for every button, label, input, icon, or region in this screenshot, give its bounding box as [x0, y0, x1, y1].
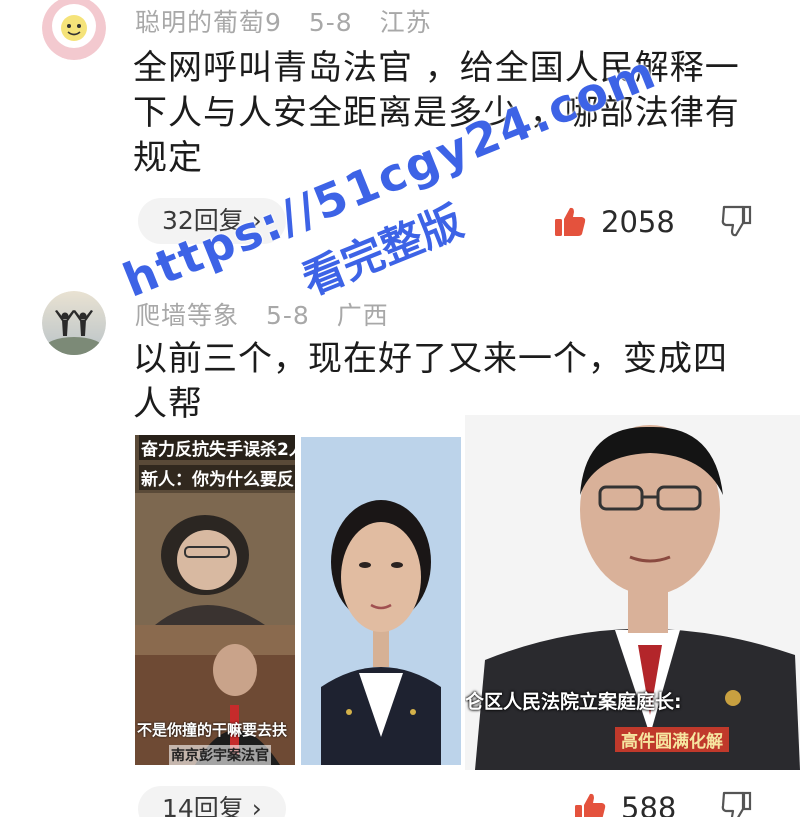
image-caption: 高件圆满化解 — [615, 727, 729, 752]
image-panel-tv-top: 奋力反抗失手误杀2人 新人：你为什么要反 — [135, 435, 295, 625]
thumbs-up-icon — [575, 793, 606, 817]
avatar-image — [42, 0, 106, 60]
comment-date: 5-8 — [265, 301, 310, 330]
comment-line: 下人与人安全距离是多少 ，哪部法律有 — [133, 93, 740, 133]
like-count: 588 — [621, 791, 677, 817]
image-panel-tv-bottom: 不是你撞的干嘛要去扶 南京彭宇案法官 — [135, 625, 295, 765]
comment-location: 广西 — [336, 301, 389, 330]
image-caption: 仑区人民法院立案庭庭长: — [465, 691, 682, 713]
replies-button[interactable]: 32回复 › — [138, 198, 286, 244]
username[interactable]: 聪明的葡萄9 — [135, 8, 282, 37]
like-count: 2058 — [601, 205, 675, 239]
like-button[interactable]: 2058 — [553, 200, 675, 244]
thumbs-up-icon — [555, 207, 586, 236]
comment-line: 全网呼叫青岛法官 ，给全国人民解释一 — [133, 48, 740, 88]
comment-line: 规定 — [133, 138, 203, 178]
comment-line: 以前三个，现在好了又来一个，变成四 — [133, 339, 728, 379]
avatar-image — [42, 291, 106, 355]
comment-text: 以前三个，现在好了又来一个，变成四 人帮 — [133, 337, 728, 427]
comment-meta: 聪明的葡萄9 5-8 江苏 — [135, 3, 450, 39]
comment-meta: 爬墙等象 5-8 广西 — [135, 296, 407, 332]
thumbs-down-icon — [721, 791, 752, 817]
person-photo — [135, 625, 295, 765]
person-photo — [301, 437, 461, 765]
person-photo — [465, 415, 800, 770]
comment-location: 江苏 — [379, 8, 432, 37]
comment-feed: 聪明的葡萄9 5-8 江苏 全网呼叫青岛法官 ，给全国人民解释一 下人与人安全距… — [0, 0, 800, 817]
comment-text: 全网呼叫青岛法官 ，给全国人民解释一 下人与人安全距离是多少 ，哪部法律有 规定 — [133, 46, 740, 181]
image-panel-speaker: 仑区人民法院立案庭庭长: 高件圆满化解 — [465, 415, 800, 770]
avatar[interactable] — [42, 0, 106, 60]
image-caption: 不是你撞的干嘛要去扶 — [137, 721, 288, 739]
thumbs-down-icon — [721, 205, 752, 237]
person-photo — [135, 435, 295, 625]
image-panel-portrait — [301, 437, 461, 765]
dislike-button[interactable] — [720, 204, 752, 242]
image-caption: 奋力反抗失手误杀2人 — [139, 435, 295, 460]
username[interactable]: 爬墙等象 — [135, 301, 239, 330]
image-caption: 新人：你为什么要反 — [139, 465, 295, 490]
replies-button[interactable]: 14回复 › — [138, 786, 286, 817]
comment-image[interactable]: 奋力反抗失手误杀2人 新人：你为什么要反 不是你撞的干嘛要去扶 南京彭宇案法官 — [135, 415, 800, 775]
dislike-button[interactable] — [720, 790, 752, 817]
image-caption: 南京彭宇案法官 — [169, 745, 271, 765]
comment-date: 5-8 — [308, 8, 353, 37]
avatar[interactable] — [42, 291, 106, 355]
like-button[interactable]: 588 — [573, 786, 676, 817]
